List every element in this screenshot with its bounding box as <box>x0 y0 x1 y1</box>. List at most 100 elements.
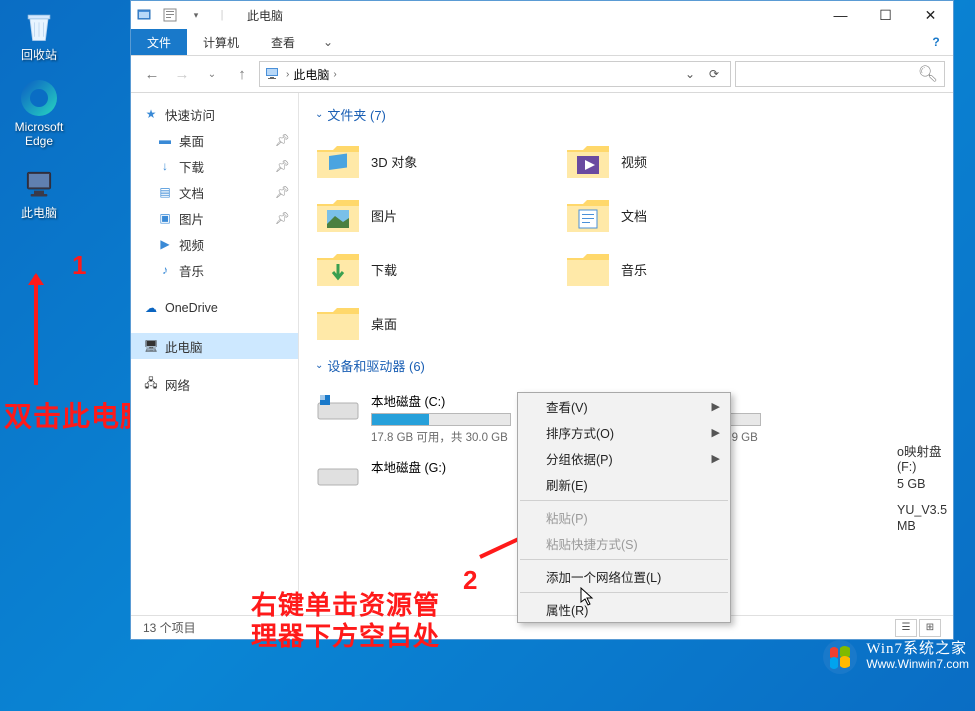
qat-dropdown-icon[interactable]: ▾ <box>185 4 207 26</box>
onedrive-icon: ☁ <box>143 300 159 316</box>
breadcrumb-sep: › <box>333 69 336 80</box>
drive-icon <box>315 391 361 427</box>
submenu-arrow-icon: ▶ <box>712 400 720 413</box>
watermark-logo-icon <box>820 639 860 675</box>
qat-separator: | <box>211 4 233 26</box>
sidebar-thispc[interactable]: 🖥︎此电脑 <box>131 333 298 359</box>
nav-up-button[interactable]: ↑ <box>229 61 255 87</box>
nav-forward-button[interactable]: → <box>169 61 195 87</box>
watermark-url: Www.Winwin7.com <box>866 657 969 672</box>
ctx-paste: 粘贴(P) <box>518 504 730 530</box>
sidebar-onedrive[interactable]: ☁OneDrive <box>131 295 298 321</box>
annotation-number-1: 1 <box>72 250 86 281</box>
breadcrumb-sep: › <box>286 69 289 80</box>
ctx-group[interactable]: 分组依据(P)▶ <box>518 445 730 471</box>
ribbon-expand-icon[interactable]: ⌄ <box>311 29 345 55</box>
ctx-sort[interactable]: 排序方式(O)▶ <box>518 419 730 445</box>
sidebar-downloads[interactable]: ↓下载📌︎ <box>131 153 298 179</box>
star-icon: ★ <box>143 106 159 122</box>
submenu-arrow-icon: ▶ <box>712 426 720 439</box>
drive-f-free-fragment: 5 GB <box>897 477 926 491</box>
maximize-button[interactable]: ☐ <box>863 1 908 29</box>
recycle-bin-icon <box>19 8 59 44</box>
breadcrumb-item[interactable]: 此电脑 <box>293 66 329 83</box>
submenu-arrow-icon: ▶ <box>712 452 720 465</box>
minimize-button[interactable]: — <box>818 1 863 29</box>
videos-icon: ▶ <box>157 236 173 252</box>
qat-window-icon[interactable] <box>133 4 155 26</box>
ctx-separator <box>520 592 728 593</box>
folder-icon <box>315 140 361 182</box>
tab-computer[interactable]: 计算机 <box>187 29 255 55</box>
folder-videos[interactable]: 视频 <box>561 134 811 188</box>
watermark: Win7系统之家 Www.Winwin7.com <box>820 639 969 675</box>
folder-music[interactable]: 音乐 <box>561 242 811 296</box>
drive-usage-bar <box>371 413 511 426</box>
folder-icon <box>315 248 361 290</box>
search-box[interactable]: 🔍︎ <box>735 61 945 87</box>
ctx-separator <box>520 559 728 560</box>
ctx-add-network-location[interactable]: 添加一个网络位置(L) <box>518 563 730 589</box>
nav-back-button[interactable]: ← <box>139 61 165 87</box>
annotation-text-1: 双击此电脑 <box>4 395 149 435</box>
view-icons-button[interactable]: ⊞ <box>919 619 941 637</box>
ribbon-help-icon[interactable]: ? <box>919 29 953 55</box>
tab-file[interactable]: 文件 <box>131 29 187 55</box>
drive-icon <box>315 457 361 493</box>
breadcrumb-pc-icon <box>264 65 282 83</box>
sidebar: ★快速访问 ▬桌面📌︎ ↓下载📌︎ ▤文档📌︎ ▣图片📌︎ ▶视频 ♪音乐 ☁O… <box>131 93 299 615</box>
desktop-icon: ▬ <box>157 132 173 148</box>
group-drives-header[interactable]: ⌄设备和驱动器 (6) <box>311 350 941 385</box>
view-details-button[interactable]: ☰ <box>895 619 917 637</box>
desktop-thispc[interactable]: 此电脑 <box>4 166 74 220</box>
document-icon: ▤ <box>157 184 173 200</box>
drive-v35-free-fragment: MB <box>897 519 916 533</box>
folder-documents[interactable]: 文档 <box>561 188 811 242</box>
chevron-down-icon: ⌄ <box>315 109 323 120</box>
sidebar-quickaccess[interactable]: ★快速访问 <box>131 101 298 127</box>
folder-3dobjects[interactable]: 3D 对象 <box>311 134 561 188</box>
music-icon: ♪ <box>157 262 173 278</box>
status-item-count: 13 个项目 <box>143 619 196 636</box>
drive-f-name-fragment: o映射盘 (F:) <box>897 441 953 474</box>
ctx-separator <box>520 500 728 501</box>
drive-v35-name-fragment: YU_V3.5 <box>897 503 947 517</box>
breadcrumb[interactable]: › 此电脑 › ⌄ ⟳ <box>259 61 731 87</box>
folder-pictures[interactable]: 图片 <box>311 188 561 242</box>
watermark-title: Win7系统之家 <box>866 642 969 657</box>
desktop-edge[interactable]: Microsoft Edge <box>4 80 74 148</box>
ctx-properties[interactable]: 属性(R) <box>518 596 730 622</box>
download-icon: ↓ <box>157 158 173 174</box>
thispc-icon <box>19 166 59 202</box>
sidebar-desktop[interactable]: ▬桌面📌︎ <box>131 127 298 153</box>
breadcrumb-dropdown-icon[interactable]: ⌄ <box>678 62 702 86</box>
ctx-refresh[interactable]: 刷新(E) <box>518 471 730 497</box>
sidebar-music[interactable]: ♪音乐 <box>131 257 298 283</box>
qat-properties-icon[interactable] <box>159 4 181 26</box>
pin-icon: 📌︎ <box>275 185 290 199</box>
sidebar-network[interactable]: 🖧︎网络 <box>131 371 298 397</box>
folder-downloads[interactable]: 下载 <box>311 242 561 296</box>
edge-icon <box>19 80 59 116</box>
window-title: 此电脑 <box>247 7 283 24</box>
desktop-recycle-label: 回收站 <box>4 48 74 62</box>
ctx-paste-shortcut: 粘贴快捷方式(S) <box>518 530 730 556</box>
address-bar: ← → ⌄ ↑ › 此电脑 › ⌄ ⟳ 🔍︎ <box>131 55 953 93</box>
tab-view[interactable]: 查看 <box>255 29 311 55</box>
group-folders-header[interactable]: ⌄文件夹 (7) <box>311 99 941 134</box>
close-button[interactable]: ✕ <box>908 1 953 29</box>
pc-icon: 🖥︎ <box>143 338 159 354</box>
sidebar-videos[interactable]: ▶视频 <box>131 231 298 257</box>
refresh-button[interactable]: ⟳ <box>702 62 726 86</box>
pictures-icon: ▣ <box>157 210 173 226</box>
chevron-down-icon: ⌄ <box>315 360 323 371</box>
sidebar-documents[interactable]: ▤文档📌︎ <box>131 179 298 205</box>
desktop-recycle-bin[interactable]: 回收站 <box>4 8 74 62</box>
desktop-thispc-label: 此电脑 <box>4 206 74 220</box>
ctx-view[interactable]: 查看(V)▶ <box>518 393 730 419</box>
annotation-arrow-1 <box>34 275 38 385</box>
nav-recent-dropdown[interactable]: ⌄ <box>199 61 225 87</box>
titlebar[interactable]: ▾ | 此电脑 — ☐ ✕ <box>131 1 953 29</box>
sidebar-pictures[interactable]: ▣图片📌︎ <box>131 205 298 231</box>
folder-desktop[interactable]: 桌面 <box>311 296 561 350</box>
